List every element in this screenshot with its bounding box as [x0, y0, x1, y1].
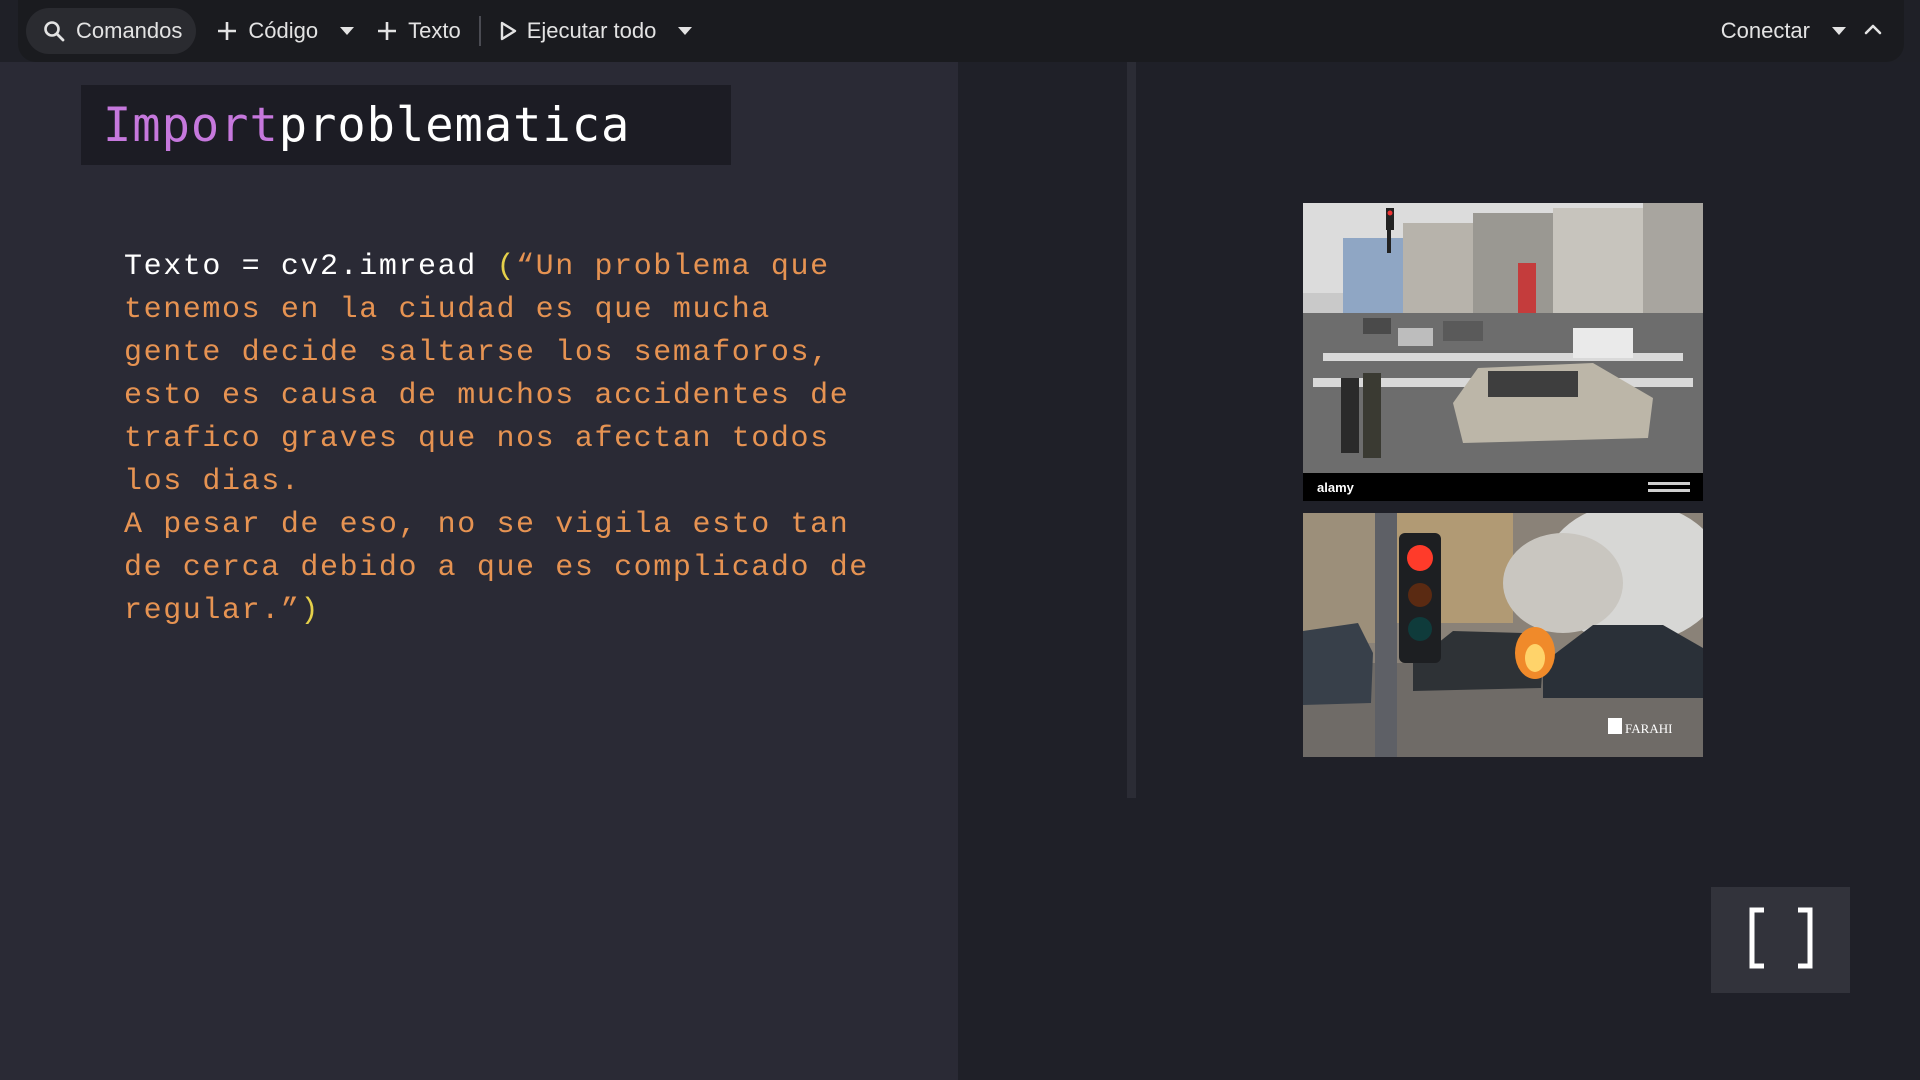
chevron-up-icon [1864, 22, 1882, 40]
commands-label: Comandos [76, 18, 183, 43]
add-code-button[interactable]: Código [204, 8, 330, 54]
notebook-toolbar: Comandos Código Texto Ejecutar todo Cone… [18, 0, 1904, 62]
connect-label: Conectar [1720, 18, 1810, 43]
collapse-toolbar-button[interactable] [1856, 8, 1890, 54]
plus-icon [376, 20, 398, 42]
caret-down-icon [678, 22, 693, 40]
run-all-button[interactable]: Ejecutar todo [487, 8, 669, 54]
code-prefix: Texto = cv2.imread [124, 250, 497, 284]
search-icon [42, 19, 66, 43]
add-code-label: Código [248, 18, 319, 43]
connect-dropdown-button[interactable] [1822, 8, 1856, 54]
plus-icon [216, 20, 238, 42]
caret-down-icon [340, 22, 355, 40]
paren-open: ( [496, 250, 517, 284]
code-block: Texto = cv2.imread (“Un problema que ten… [124, 246, 884, 633]
heading-title: problematica [278, 97, 631, 153]
play-icon [499, 21, 517, 41]
brackets-button[interactable] [1711, 887, 1850, 993]
alamy-watermark: alamy [1317, 480, 1355, 495]
run-all-label: Ejecutar todo [526, 18, 657, 43]
connect-button[interactable]: Conectar [1709, 8, 1822, 54]
cell-divider[interactable] [1127, 62, 1136, 798]
cell-heading: Import problematica [81, 85, 731, 165]
add-text-label: Texto [408, 18, 461, 43]
brackets-icon [1746, 906, 1816, 975]
code-dropdown-button[interactable] [330, 8, 364, 54]
street-crossing-image: alamy [1303, 203, 1703, 501]
string-literal: “Un problema que tenemos en la ciudad es… [124, 250, 869, 628]
toolbar-divider [478, 16, 481, 46]
traffic-accident-image: FARAHI [1303, 513, 1703, 757]
add-text-button[interactable]: Texto [364, 8, 473, 54]
farahi-watermark: FARAHI [1625, 721, 1672, 736]
run-dropdown-button[interactable] [668, 8, 702, 54]
commands-button[interactable]: Comandos [26, 8, 197, 54]
heading-keyword: Import [103, 97, 279, 153]
paren-close: ) [300, 594, 321, 628]
caret-down-icon [1832, 22, 1846, 40]
